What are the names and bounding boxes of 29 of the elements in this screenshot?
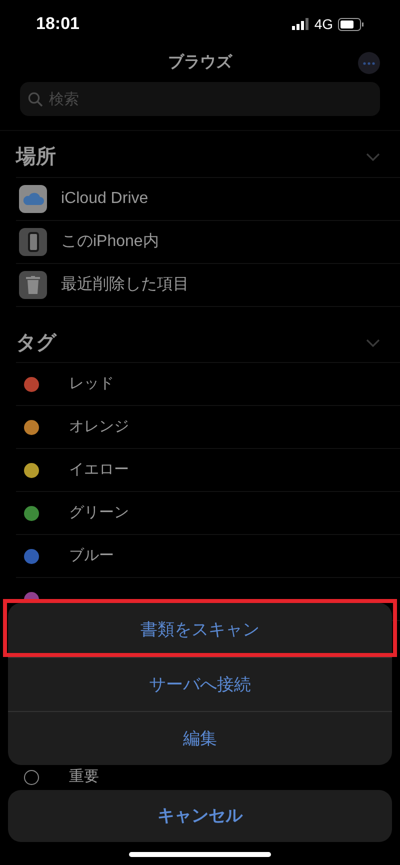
chevron-icon[interactable] [366, 153, 380, 161]
tag-item[interactable]: ブルー [16, 535, 400, 578]
section-header: タグ [16, 330, 56, 356]
tag-item[interactable]: グリーン [16, 492, 400, 535]
tag-item[interactable]: レッド [16, 363, 400, 406]
tag-item[interactable]: イエロー [16, 449, 400, 492]
chevron-icon[interactable] [366, 338, 380, 346]
action-button[interactable]: 編集 [8, 711, 392, 765]
section-header: 場所 [16, 145, 56, 170]
trash-icon [19, 271, 47, 299]
search-icon [28, 92, 43, 107]
cloud-icon [19, 185, 47, 213]
battery-icon [338, 18, 364, 30]
search-field[interactable]: 検索 [20, 82, 380, 116]
location-item[interactable]: 最近削除した項目 [16, 264, 400, 307]
nav-title: ブラウズ [168, 52, 232, 73]
more-button[interactable] [358, 52, 380, 74]
tag-item[interactable]: 重要 [16, 766, 400, 788]
status-time: 18:01 [36, 13, 80, 36]
ellipsis-icon [363, 62, 375, 64]
signal-icon [292, 18, 310, 30]
phone-icon [19, 228, 47, 256]
action-button[interactable]: サーバへ接続 [8, 657, 392, 711]
tag-item[interactable]: オレンジ [16, 406, 400, 449]
location-item[interactable]: このiPhone内 [16, 221, 400, 264]
action-button[interactable]: 書類をスキャン [8, 603, 392, 657]
network-label: 4G [314, 14, 333, 34]
cancel-button[interactable]: キャンセル [8, 790, 392, 842]
location-item[interactable]: iCloud Drive [16, 178, 400, 221]
